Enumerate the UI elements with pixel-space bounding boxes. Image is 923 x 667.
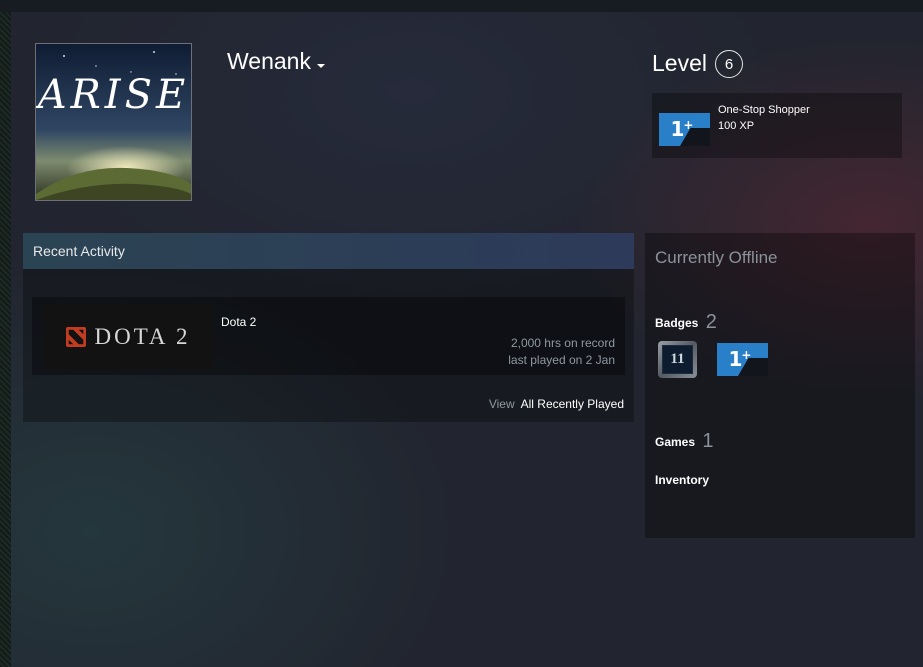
favorite-badge-xp: 100 XP <box>718 119 755 132</box>
game-last-played: last played on 2 Jan <box>508 353 615 367</box>
favorite-badge[interactable]: 1+ One-Stop Shopper 100 XP <box>652 93 902 158</box>
view-all-recent: View All Recently Played <box>489 397 624 411</box>
one-plus-badge-icon[interactable]: 1+ <box>717 343 768 376</box>
avatar[interactable]: Arise <box>35 43 192 201</box>
game-name-link[interactable]: Dota 2 <box>221 315 256 329</box>
games-link[interactable]: Games 1 <box>655 430 714 453</box>
online-status: Currently Offline <box>655 248 778 267</box>
profile-level: Level 6 <box>652 48 743 78</box>
level-label: Level <box>652 49 707 76</box>
top-bar <box>0 0 923 12</box>
chevron-down-icon <box>316 63 325 68</box>
game-capsule-wordmark: DOTA 2 <box>94 323 191 349</box>
badge-list: 11 1+ <box>658 341 768 378</box>
inventory-link[interactable]: Inventory <box>655 473 709 487</box>
recent-game-row[interactable]: DOTA 2 Dota 2 2,000 hrs on record last p… <box>32 297 625 375</box>
years-of-service-badge-icon[interactable]: 11 <box>658 341 697 378</box>
favorite-badge-name: One-Stop Shopper <box>718 103 810 116</box>
recent-activity-panel: Recent Activity DOTA 2 Dota 2 2,000 hrs … <box>23 233 634 422</box>
left-pattern-strip <box>0 12 11 667</box>
profile-sidebar: Currently Offline Badges 2 11 1+ Games 1… <box>645 233 915 538</box>
games-label: Games <box>655 435 696 449</box>
years-badge-value: 11 <box>662 345 693 374</box>
level-circle: 6 <box>714 50 743 78</box>
badges-count: 2 <box>705 311 717 333</box>
dota-logo-icon <box>66 326 87 347</box>
badges-label: Badges <box>655 316 699 330</box>
view-label: View <box>488 397 515 411</box>
avatar-title: Arise <box>37 72 190 118</box>
game-capsule[interactable]: DOTA 2 <box>43 304 214 369</box>
all-recently-played-link[interactable]: All Recently Played <box>521 397 624 411</box>
one-plus-badge-icon: 1+ <box>659 113 710 146</box>
avatar-artwork <box>36 44 191 200</box>
games-count: 1 <box>702 430 714 452</box>
persona-name-dropdown[interactable]: Wenank <box>227 48 325 75</box>
persona-name: Wenank <box>227 48 311 74</box>
game-hours: 2,000 hrs on record <box>510 336 615 350</box>
recent-activity-header: Recent Activity <box>23 233 634 269</box>
badges-link[interactable]: Badges 2 <box>655 311 717 334</box>
